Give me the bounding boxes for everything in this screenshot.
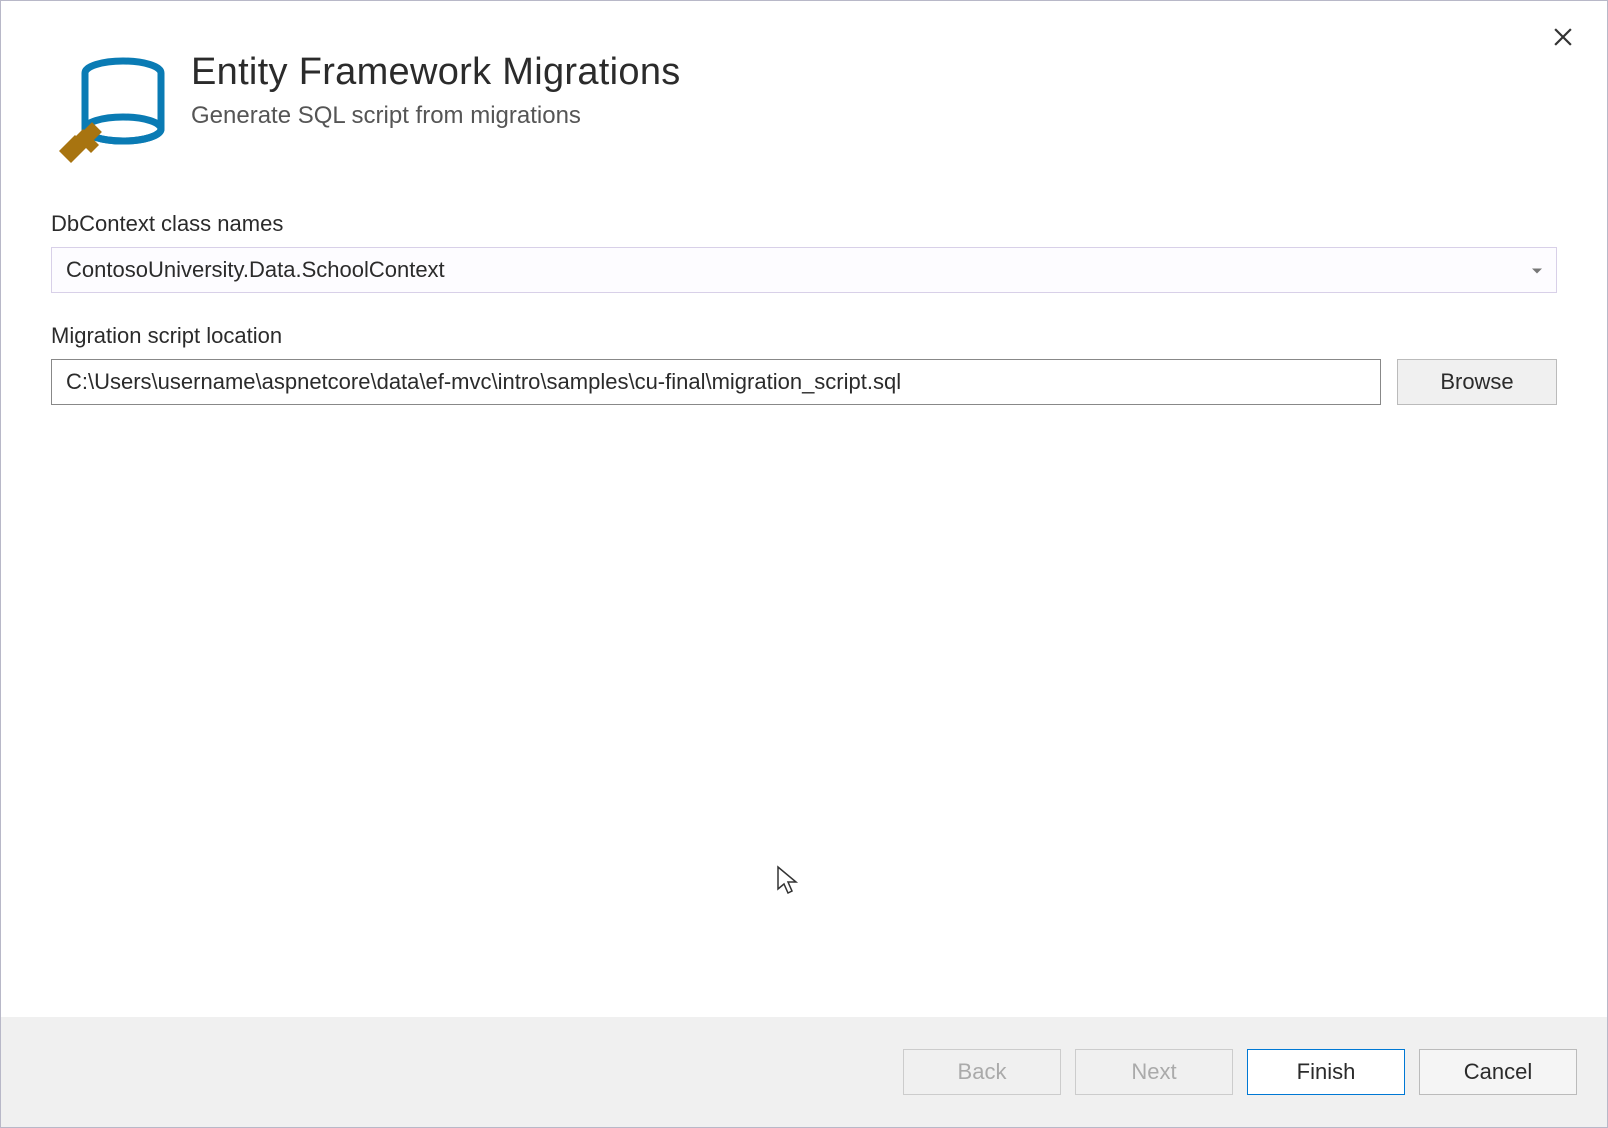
- dbcontext-group: DbContext class names ContosoUniversity.…: [51, 211, 1557, 293]
- dialog-subtitle: Generate SQL script from migrations: [191, 102, 681, 130]
- database-migration-icon: [51, 51, 171, 171]
- location-row: Browse: [51, 359, 1557, 405]
- dialog-content: Entity Framework Migrations Generate SQL…: [1, 1, 1607, 405]
- close-button[interactable]: [1551, 25, 1575, 49]
- close-icon: [1554, 28, 1572, 46]
- cancel-button[interactable]: Cancel: [1419, 1049, 1577, 1095]
- mouse-cursor-icon: [776, 865, 800, 900]
- dbcontext-label: DbContext class names: [51, 211, 1557, 237]
- finish-button[interactable]: Finish: [1247, 1049, 1405, 1095]
- next-button: Next: [1075, 1049, 1233, 1095]
- browse-button[interactable]: Browse: [1397, 359, 1557, 405]
- location-input[interactable]: [51, 359, 1381, 405]
- dialog-title: Entity Framework Migrations: [191, 51, 681, 94]
- dialog-footer: Back Next Finish Cancel: [1, 1017, 1607, 1127]
- dialog-header: Entity Framework Migrations Generate SQL…: [51, 51, 1557, 171]
- back-button: Back: [903, 1049, 1061, 1095]
- dbcontext-dropdown[interactable]: ContosoUniversity.Data.SchoolContext: [51, 247, 1557, 293]
- dbcontext-value: ContosoUniversity.Data.SchoolContext: [66, 257, 445, 283]
- header-text: Entity Framework Migrations Generate SQL…: [191, 51, 681, 130]
- location-label: Migration script location: [51, 323, 1557, 349]
- location-group: Migration script location Browse: [51, 323, 1557, 405]
